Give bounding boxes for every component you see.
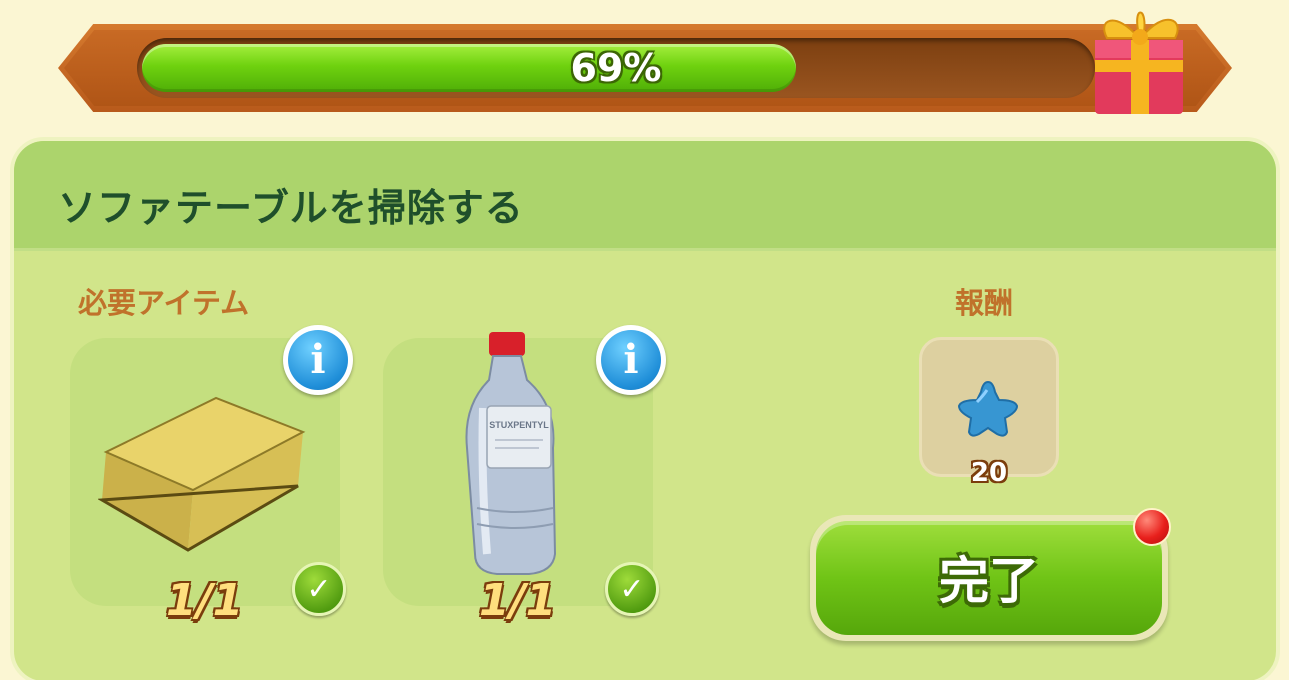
- info-glyph: i: [310, 336, 326, 383]
- checkmark-icon: ✓: [292, 562, 346, 616]
- info-button-sponge[interactable]: i: [283, 325, 353, 395]
- reward-label: 報酬: [955, 286, 1014, 320]
- complete-button-label: 完了: [939, 552, 1039, 610]
- blue-star-icon: [957, 380, 1019, 437]
- task-header: ソファテーブルを掃除する: [14, 141, 1276, 251]
- cleaner-bottle-icon: STUXPENTYL: [465, 332, 557, 575]
- item-count-sponge: 1/1: [166, 575, 244, 626]
- complete-button[interactable]: 完了: [810, 515, 1168, 641]
- required-items-label: 必要アイテム: [78, 286, 250, 320]
- bottle-label: STUXPENTYL: [489, 420, 549, 430]
- item-count-bottle: 1/1: [479, 575, 557, 626]
- sponge-icon: [98, 396, 306, 552]
- task-title: ソファテーブルを掃除する: [58, 186, 524, 230]
- info-button-bottle[interactable]: i: [596, 325, 666, 395]
- progress-percent: 69%: [570, 46, 662, 90]
- checkmark-icon: ✓: [605, 562, 659, 616]
- reward-value: 20: [970, 458, 1008, 488]
- notification-dot-icon: [1133, 508, 1171, 546]
- gift-icon[interactable]: [1085, 0, 1195, 120]
- info-glyph: i: [623, 336, 639, 383]
